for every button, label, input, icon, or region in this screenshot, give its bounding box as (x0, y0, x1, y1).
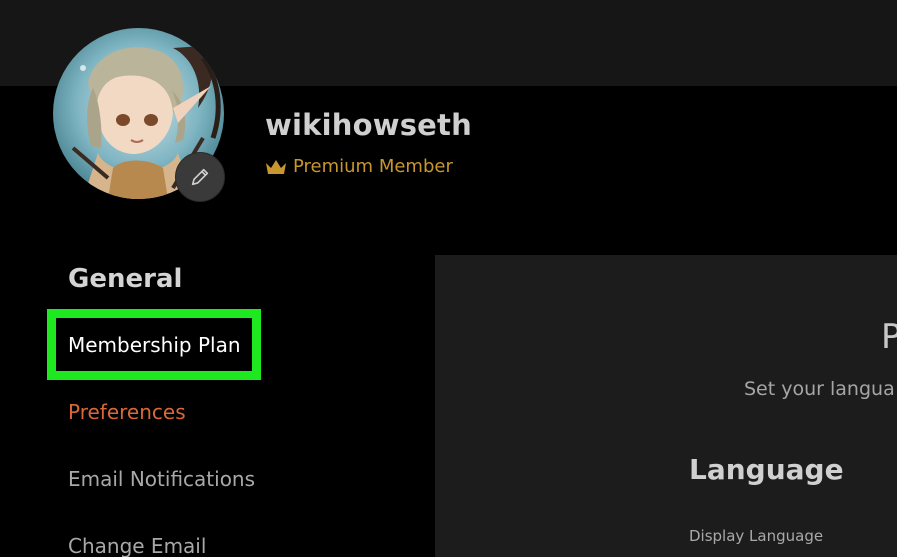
display-language-label: Display Language (689, 527, 824, 545)
profile-username: wikihowseth (265, 108, 472, 142)
sidebar-item-email-notifications[interactable]: Email Notifications (68, 467, 255, 491)
language-section-heading: Language (689, 453, 844, 486)
panel-title: P (881, 317, 897, 357)
sidebar-item-membership-plan[interactable]: Membership Plan (47, 309, 261, 380)
profile-avatar-container (53, 28, 225, 202)
pencil-icon (191, 168, 209, 186)
settings-page: wikihowseth Premium Member General Membe… (0, 0, 897, 557)
sidebar-item-preferences[interactable]: Preferences (68, 400, 186, 424)
crown-icon (266, 159, 286, 174)
membership-badge-label: Premium Member (293, 156, 453, 177)
edit-avatar-button[interactable] (175, 152, 225, 202)
preferences-panel: P Set your langua Language Display Langu… (435, 255, 897, 557)
sidebar-heading: General (68, 264, 183, 294)
sidebar-item-change-email[interactable]: Change Email (68, 534, 206, 557)
panel-subtitle: Set your langua (744, 378, 895, 400)
sidebar-item-label: Membership Plan (68, 333, 241, 357)
membership-badge: Premium Member (265, 156, 453, 177)
